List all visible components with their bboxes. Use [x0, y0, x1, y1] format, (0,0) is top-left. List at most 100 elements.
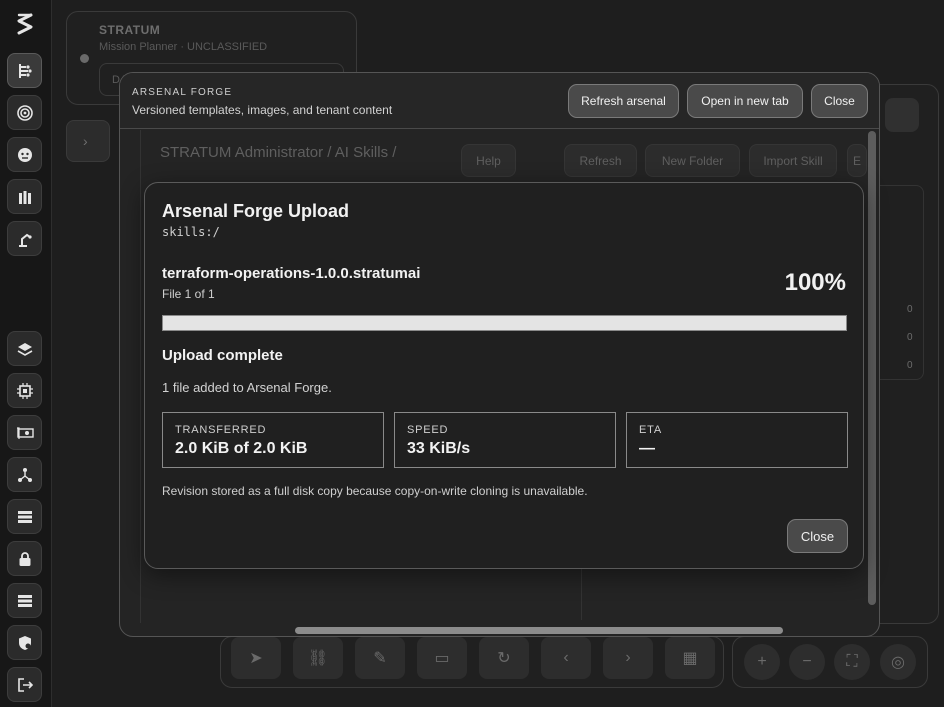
vertical-scrollbar[interactable] — [868, 131, 876, 605]
link-icon: ⛓ — [307, 650, 329, 667]
refresh-button[interactable]: Refresh — [564, 144, 637, 177]
map-toolbar: ➤ ⛓ ✎ ▭ ↻ ‹ › ▦ — [220, 636, 724, 688]
count-value: 0 — [907, 332, 913, 343]
fit-icon: ⛶ — [846, 653, 858, 670]
flow-icon — [18, 63, 32, 78]
robot-icon — [17, 147, 32, 162]
logout-icon — [17, 677, 33, 692]
stat-speed: SPEED 33 KiB/s — [394, 412, 616, 468]
open-new-tab-button[interactable]: Open in new tab — [687, 84, 803, 118]
stat-value: 2.0 KiB of 2.0 KiB — [175, 440, 308, 457]
rail-chip-button[interactable] — [7, 373, 42, 408]
plus-icon: + — [757, 653, 767, 670]
upload-path: skills:/ — [162, 225, 220, 239]
rail-robot-button[interactable] — [7, 137, 42, 172]
reload-button[interactable]: ↻ — [479, 637, 529, 679]
refresh-arsenal-button[interactable]: Refresh arsenal — [568, 84, 679, 118]
count-value: 0 — [907, 304, 913, 315]
server-icon — [17, 510, 32, 523]
import-skill-button[interactable]: Import Skill — [749, 144, 837, 177]
locate-button[interactable]: ◎ — [880, 644, 916, 680]
network-icon — [17, 467, 32, 482]
rail-network-button[interactable] — [7, 457, 42, 492]
upload-message: 1 file added to Arsenal Forge. — [162, 380, 332, 395]
breadcrumb: STRATUM Administrator / AI Skills / — [160, 144, 397, 161]
link-button[interactable]: ⛓ — [293, 637, 343, 679]
rail-gpu-button[interactable] — [7, 415, 42, 450]
fit-view-button[interactable]: ⛶ — [834, 644, 870, 680]
rail-ammo-button[interactable] — [7, 179, 42, 214]
rail-shield-button[interactable] — [7, 625, 42, 660]
server-toggle-icon[interactable] — [885, 98, 919, 132]
arsenal-header: ARSENAL FORGE Versioned templates, image… — [120, 73, 879, 129]
chevron-left-icon: ‹ — [563, 649, 569, 666]
dashboard-icon: ▦ — [682, 650, 698, 667]
rail-server-button[interactable] — [7, 499, 42, 534]
stat-label: TRANSFERRED — [175, 424, 267, 436]
chevron-right-icon: › — [83, 133, 88, 149]
shield-icon — [18, 635, 31, 650]
stat-eta: ETA — — [626, 412, 848, 468]
stat-value: 33 KiB/s — [407, 440, 471, 457]
mission-subtitle: Mission Planner · UNCLASSIFIED — [99, 41, 268, 53]
chevron-right-icon: › — [625, 649, 631, 666]
arsenal-subtitle: Versioned templates, images, and tenant … — [132, 103, 393, 117]
rail-lock-button[interactable] — [7, 541, 42, 576]
rail-logout-button[interactable] — [7, 667, 42, 702]
storage-icon — [17, 594, 32, 607]
upload-close-button[interactable]: Close — [787, 519, 848, 553]
rail-target-button[interactable] — [7, 95, 42, 130]
upload-title: Arsenal Forge Upload — [162, 201, 350, 221]
zoom-out-button[interactable]: − — [789, 644, 825, 680]
zoom-in-button[interactable]: + — [744, 644, 780, 680]
arsenal-eyebrow: ARSENAL FORGE — [132, 87, 233, 98]
ammo-icon — [18, 190, 31, 204]
horizontal-scrollbar[interactable] — [295, 627, 783, 634]
arsenal-close-button[interactable]: Close — [811, 84, 868, 118]
zoom-toolbar: + − ⛶ ◎ — [732, 636, 928, 688]
logo-icon — [17, 13, 33, 35]
more-button[interactable]: E — [847, 144, 867, 177]
rail-robot-arm-button[interactable] — [7, 221, 42, 256]
window-button[interactable]: ▭ — [417, 637, 467, 679]
help-button[interactable]: Help — [461, 144, 516, 177]
edit-icon: ✎ — [373, 650, 387, 667]
upload-progress-bar — [162, 315, 847, 331]
stat-label: ETA — [639, 424, 662, 436]
upload-percent: 100% — [784, 269, 846, 296]
stat-value: — — [639, 440, 655, 457]
upload-dialog: Arsenal Forge Upload skills:/ terraform-… — [144, 182, 864, 569]
status-dot — [80, 54, 89, 63]
navigate-button[interactable]: ➤ — [231, 637, 281, 679]
upload-progress-fill — [163, 316, 846, 330]
rail-storage-button[interactable] — [7, 583, 42, 618]
new-folder-button[interactable]: New Folder — [645, 144, 740, 177]
minus-icon: − — [802, 653, 812, 670]
layers-icon — [17, 342, 32, 356]
left-rail — [0, 0, 52, 707]
rail-layers-button[interactable] — [7, 331, 42, 366]
upload-filename: terraform-operations-1.0.0.stratumai — [162, 265, 421, 282]
stat-label: SPEED — [407, 424, 449, 436]
upload-file-count: File 1 of 1 — [162, 287, 215, 301]
navigate-icon: ➤ — [249, 650, 263, 667]
window-icon: ▭ — [434, 650, 450, 667]
mission-title: STRATUM — [99, 23, 161, 37]
upload-note: Revision stored as a full disk copy beca… — [162, 484, 588, 498]
reload-icon: ↻ — [497, 650, 511, 667]
chip-icon — [16, 382, 33, 399]
stat-transferred: TRANSFERRED 2.0 KiB of 2.0 KiB — [162, 412, 384, 468]
target-icon — [16, 104, 33, 121]
forward-button[interactable]: › — [603, 637, 653, 679]
edit-button[interactable]: ✎ — [355, 637, 405, 679]
rail-flow-button[interactable] — [7, 53, 42, 88]
crosshair-icon: ◎ — [891, 654, 905, 671]
gpu-icon — [16, 426, 34, 439]
robot-arm-icon — [18, 233, 32, 247]
back-button[interactable]: ‹ — [541, 637, 591, 679]
expand-panel-button[interactable]: › — [66, 120, 110, 162]
dashboard-button[interactable]: ▦ — [665, 637, 715, 679]
upload-status: Upload complete — [162, 347, 283, 364]
lock-icon — [19, 551, 30, 566]
count-value: 0 — [907, 360, 913, 371]
